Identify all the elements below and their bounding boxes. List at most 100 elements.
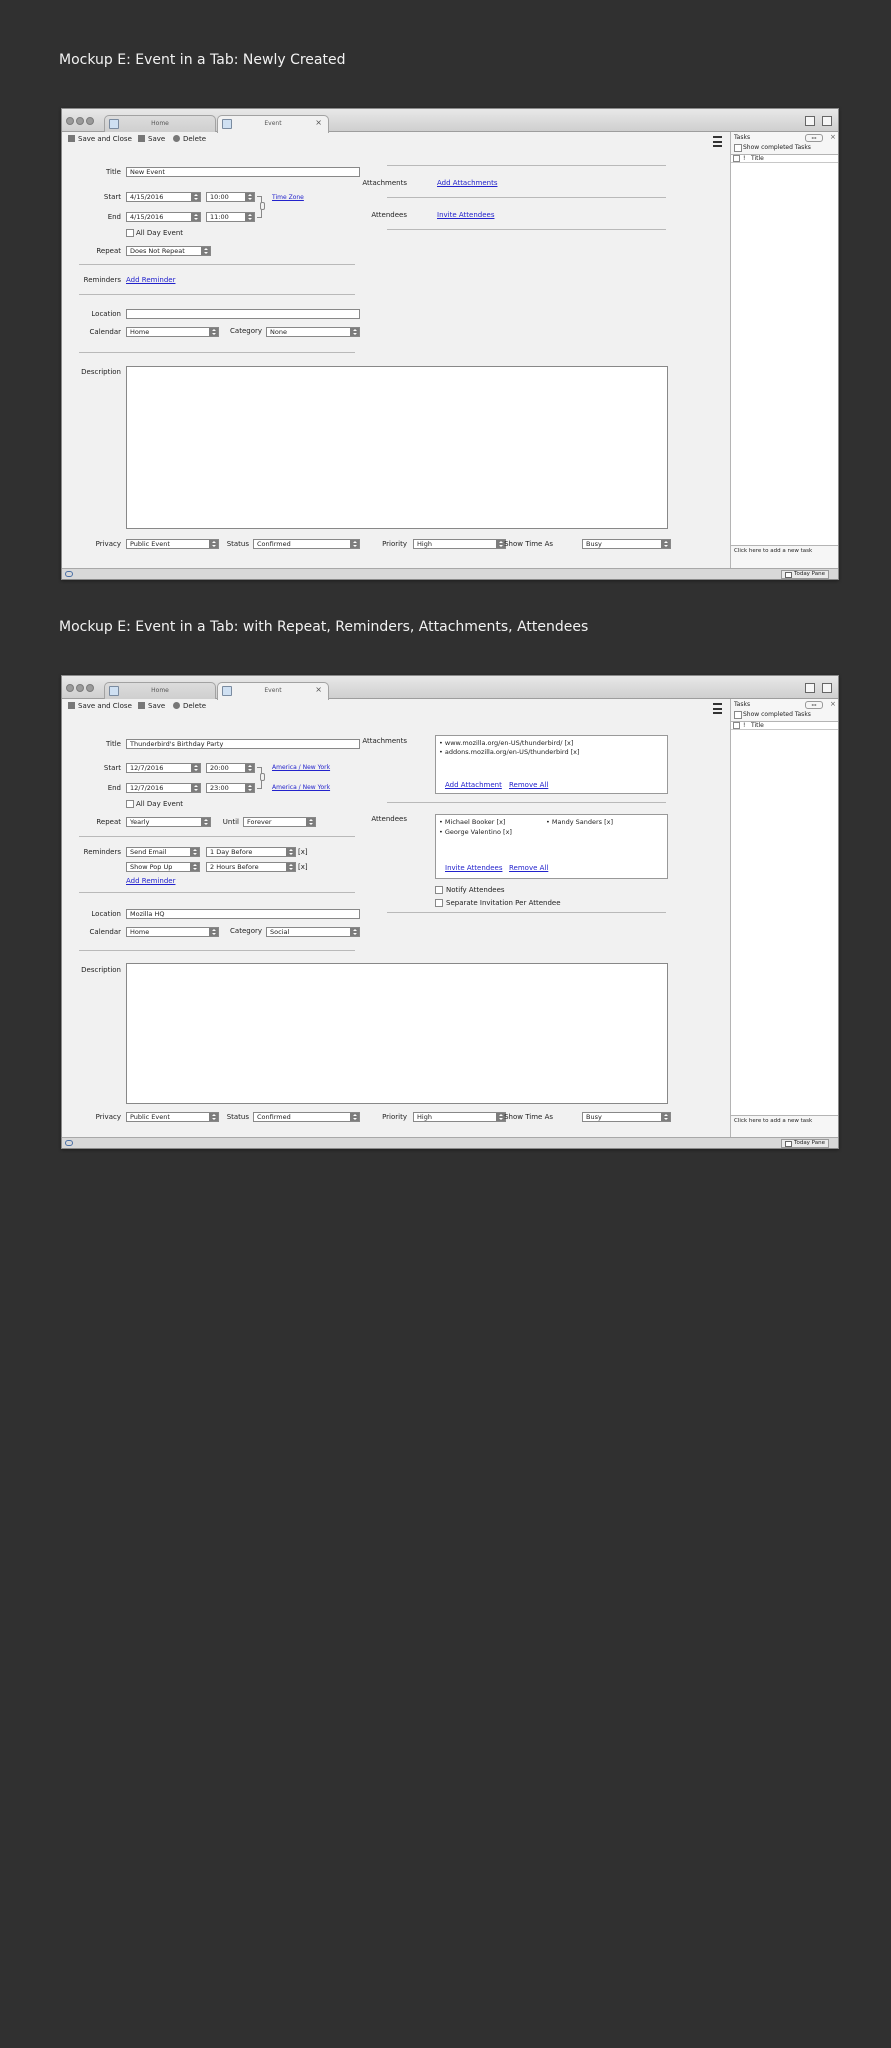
save-and-close-button[interactable]: Save and Close [68, 135, 132, 143]
show-completed-checkbox[interactable] [734, 144, 742, 152]
add-reminder-link[interactable]: Add Reminder [126, 877, 175, 885]
today-pane-button[interactable]: Today Pane [781, 570, 829, 579]
tasks-toolbar-icon[interactable] [822, 683, 832, 693]
pane-nav-buttons[interactable]: ◂ ▸ [805, 134, 823, 142]
time-zone-link[interactable]: Time Zone [272, 194, 304, 201]
menu-icon[interactable] [713, 703, 722, 714]
attendee-item[interactable]: • Michael Booker [x] [439, 818, 505, 826]
tab-event[interactable]: Event × [217, 115, 329, 133]
repeat-select[interactable]: Does Not Repeat [126, 246, 211, 256]
reminder-time-select[interactable]: 1 Day Before [206, 847, 296, 857]
until-select[interactable]: Forever [243, 817, 316, 827]
invite-attendees-link[interactable]: Invite Attendees [445, 864, 502, 872]
category-select[interactable]: Social [266, 927, 360, 937]
stepper-icon[interactable] [245, 193, 254, 201]
separate-invitation-checkbox[interactable] [435, 899, 443, 907]
close-icon[interactable]: × [315, 118, 322, 127]
description-textarea[interactable] [126, 963, 668, 1104]
end-timezone-link[interactable]: America / New York [272, 784, 330, 791]
remove-all-attendees-link[interactable]: Remove All [509, 864, 548, 872]
delete-button[interactable]: Delete [173, 135, 206, 143]
save-and-close-button[interactable]: Save and Close [68, 702, 132, 710]
start-time-picker[interactable]: 10:00 [206, 192, 255, 202]
title-column-header[interactable]: Title [751, 722, 764, 729]
tab-home[interactable]: Home [104, 115, 216, 132]
tasks-toolbar-icon[interactable] [822, 116, 832, 126]
zoom-window-button[interactable] [86, 117, 94, 125]
remove-reminder-button[interactable]: [x] [298, 863, 308, 871]
close-window-button[interactable] [66, 684, 74, 692]
add-task-input[interactable]: Click here to add a new task [734, 1118, 812, 1124]
add-attachments-link[interactable]: Add Attachments [437, 179, 497, 187]
description-textarea[interactable] [126, 366, 668, 529]
calendar-select[interactable]: Home [126, 327, 219, 337]
stepper-icon[interactable] [245, 784, 254, 792]
close-icon[interactable]: × [315, 685, 322, 694]
privacy-select[interactable]: Public Event [126, 539, 219, 549]
title-input[interactable]: Thunderbird's Birthday Party [126, 739, 360, 749]
calendar-toolbar-icon[interactable] [805, 683, 815, 693]
tab-home[interactable]: Home [104, 682, 216, 699]
add-task-input[interactable]: Click here to add a new task [734, 548, 812, 554]
attendee-item[interactable]: • Mandy Sanders [x] [546, 818, 613, 826]
status-select[interactable]: Confirmed [253, 1112, 360, 1122]
stepper-icon[interactable] [245, 764, 254, 772]
reminder-type-select[interactable]: Show Pop Up [126, 862, 200, 872]
show-time-as-select[interactable]: Busy [582, 1112, 671, 1122]
calendar-select[interactable]: Home [126, 927, 219, 937]
end-date-picker[interactable]: 12/7/2016 [126, 783, 201, 793]
priority-select[interactable]: High [413, 539, 506, 549]
show-time-as-select[interactable]: Busy [582, 539, 671, 549]
repeat-select[interactable]: Yearly [126, 817, 211, 827]
menu-icon[interactable] [713, 136, 722, 147]
remove-all-attachments-link[interactable]: Remove All [509, 781, 548, 789]
attendees-list[interactable]: • Michael Booker [x] • Mandy Sanders [x]… [435, 814, 668, 879]
location-input[interactable]: Mozilla HQ [126, 909, 360, 919]
save-button[interactable]: Save [138, 135, 165, 143]
pane-nav-buttons[interactable]: ◂ ▸ [805, 701, 823, 709]
title-input[interactable]: New Event [126, 167, 360, 177]
attachments-list[interactable]: • www.mozilla.org/en-US/thunderbird/ [x]… [435, 735, 668, 794]
reminder-type-select[interactable]: Send Email [126, 847, 200, 857]
end-time-picker[interactable]: 23:00 [206, 783, 255, 793]
attachment-item[interactable]: • www.mozilla.org/en-US/thunderbird/ [x] [439, 739, 573, 747]
minimize-window-button[interactable] [76, 117, 84, 125]
close-window-button[interactable] [66, 117, 74, 125]
add-reminder-link[interactable]: Add Reminder [126, 276, 175, 284]
close-icon[interactable]: × [830, 133, 836, 141]
today-pane-button[interactable]: Today Pane [781, 1139, 829, 1148]
start-timezone-link[interactable]: America / New York [272, 764, 330, 771]
all-day-checkbox[interactable] [126, 800, 134, 808]
attachment-item[interactable]: • addons.mozilla.org/en-US/thunderbird [… [439, 748, 580, 756]
attendee-item[interactable]: • George Valentino [x] [439, 828, 512, 836]
stepper-icon[interactable] [245, 213, 254, 221]
task-list[interactable]: ! Title [731, 721, 838, 1116]
online-status-icon[interactable] [65, 1140, 73, 1146]
all-day-checkbox[interactable] [126, 229, 134, 237]
priority-select[interactable]: High [413, 1112, 506, 1122]
privacy-select[interactable]: Public Event [126, 1112, 219, 1122]
chain-link-icon[interactable] [260, 773, 265, 781]
minimize-window-button[interactable] [76, 684, 84, 692]
calendar-toolbar-icon[interactable] [805, 116, 815, 126]
remove-reminder-button[interactable]: [x] [298, 848, 308, 856]
stepper-icon[interactable] [191, 193, 200, 201]
category-select[interactable]: None [266, 327, 360, 337]
stepper-icon[interactable] [191, 784, 200, 792]
delete-button[interactable]: Delete [173, 702, 206, 710]
stepper-icon[interactable] [191, 764, 200, 772]
chain-link-icon[interactable] [260, 202, 265, 210]
location-input[interactable] [126, 309, 360, 319]
start-date-picker[interactable]: 4/15/2016 [126, 192, 201, 202]
save-button[interactable]: Save [138, 702, 165, 710]
end-time-picker[interactable]: 11:00 [206, 212, 255, 222]
tab-event[interactable]: Event × [217, 682, 329, 700]
show-completed-checkbox[interactable] [734, 711, 742, 719]
status-select[interactable]: Confirmed [253, 539, 360, 549]
close-icon[interactable]: × [830, 700, 836, 708]
start-time-picker[interactable]: 20:00 [206, 763, 255, 773]
start-date-picker[interactable]: 12/7/2016 [126, 763, 201, 773]
invite-attendees-link[interactable]: Invite Attendees [437, 211, 494, 219]
task-list[interactable]: ! Title [731, 154, 838, 546]
title-column-header[interactable]: Title [751, 155, 764, 162]
